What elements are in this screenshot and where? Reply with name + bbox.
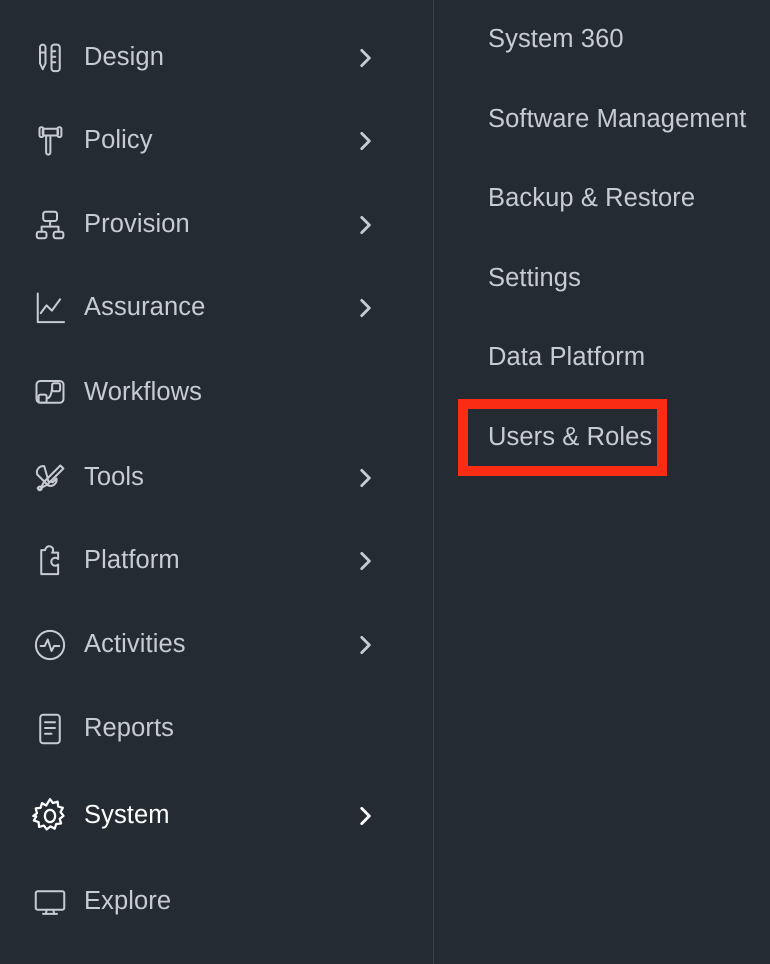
nav-item-label: Provision (84, 210, 190, 239)
submenu-item-label: Data Platform (488, 343, 646, 372)
nav-item-label: Assurance (84, 293, 206, 322)
nav-item-reports[interactable]: Reports (0, 698, 433, 760)
nav-item-system[interactable]: System (0, 785, 433, 847)
nav-item-tools[interactable]: Tools (0, 447, 433, 509)
chevron-right-icon[interactable] (352, 295, 378, 321)
nav-item-workflows[interactable]: Workflows (0, 362, 433, 424)
submenu-item-label: Users & Roles (488, 423, 653, 452)
pencil-ruler-icon (27, 35, 73, 81)
nav-item-label: Tools (84, 463, 145, 492)
document-icon (27, 706, 73, 752)
submenu-item-system-360[interactable]: System 360 (434, 14, 770, 66)
gavel-icon (27, 118, 73, 164)
submenu-item-data-platform[interactable]: Data Platform (434, 332, 770, 384)
nav-item-label: Explore (84, 887, 172, 916)
chevron-right-icon[interactable] (352, 632, 378, 658)
submenu-item-users-roles[interactable]: Users & Roles (434, 412, 770, 464)
submenu-item-label: Settings (488, 264, 581, 293)
nav-item-label: Activities (84, 630, 186, 659)
nav-item-design[interactable]: Design (0, 27, 433, 89)
nav-item-label: Design (84, 43, 164, 72)
chevron-right-icon[interactable] (352, 465, 378, 491)
nav-item-label: Reports (84, 714, 174, 743)
pulse-circle-icon (27, 622, 73, 668)
line-chart-icon (27, 285, 73, 331)
monitor-icon (27, 879, 73, 925)
navigation-menu-screen: Design Policy Provision Assurance Workfl… (0, 0, 770, 964)
nav-item-explore[interactable]: Explore (0, 871, 433, 933)
puzzle-piece-icon (27, 538, 73, 584)
submenu-item-software-management[interactable]: Software Management (434, 94, 770, 146)
submenu-item-label: Software Management (488, 105, 747, 134)
chevron-right-icon[interactable] (352, 212, 378, 238)
nav-item-label: Platform (84, 546, 180, 575)
gear-icon (27, 793, 73, 839)
submenu-item-backup-restore[interactable]: Backup & Restore (434, 173, 770, 225)
nav-item-label: System (84, 801, 170, 830)
nav-item-provision[interactable]: Provision (0, 194, 433, 256)
chevron-right-icon[interactable] (352, 548, 378, 574)
chevron-right-icon[interactable] (352, 128, 378, 154)
nav-item-assurance[interactable]: Assurance (0, 277, 433, 339)
system-submenu: System 360 Software Management Backup & Re… (434, 0, 770, 964)
submenu-item-label: System 360 (488, 25, 624, 54)
wrench-screwdriver-icon (27, 455, 73, 501)
workflow-icon (27, 370, 73, 416)
submenu-item-settings[interactable]: Settings (434, 253, 770, 305)
hierarchy-icon (27, 202, 73, 248)
nav-item-label: Policy (84, 126, 153, 155)
chevron-right-icon[interactable] (352, 45, 378, 71)
nav-item-activities[interactable]: Activities (0, 614, 433, 676)
nav-item-policy[interactable]: Policy (0, 110, 433, 172)
primary-navigation: Design Policy Provision Assurance Workfl… (0, 0, 433, 964)
nav-item-label: Workflows (84, 378, 203, 407)
submenu-item-label: Backup & Restore (488, 184, 696, 213)
chevron-right-icon[interactable] (352, 803, 378, 829)
nav-item-platform[interactable]: Platform (0, 530, 433, 592)
